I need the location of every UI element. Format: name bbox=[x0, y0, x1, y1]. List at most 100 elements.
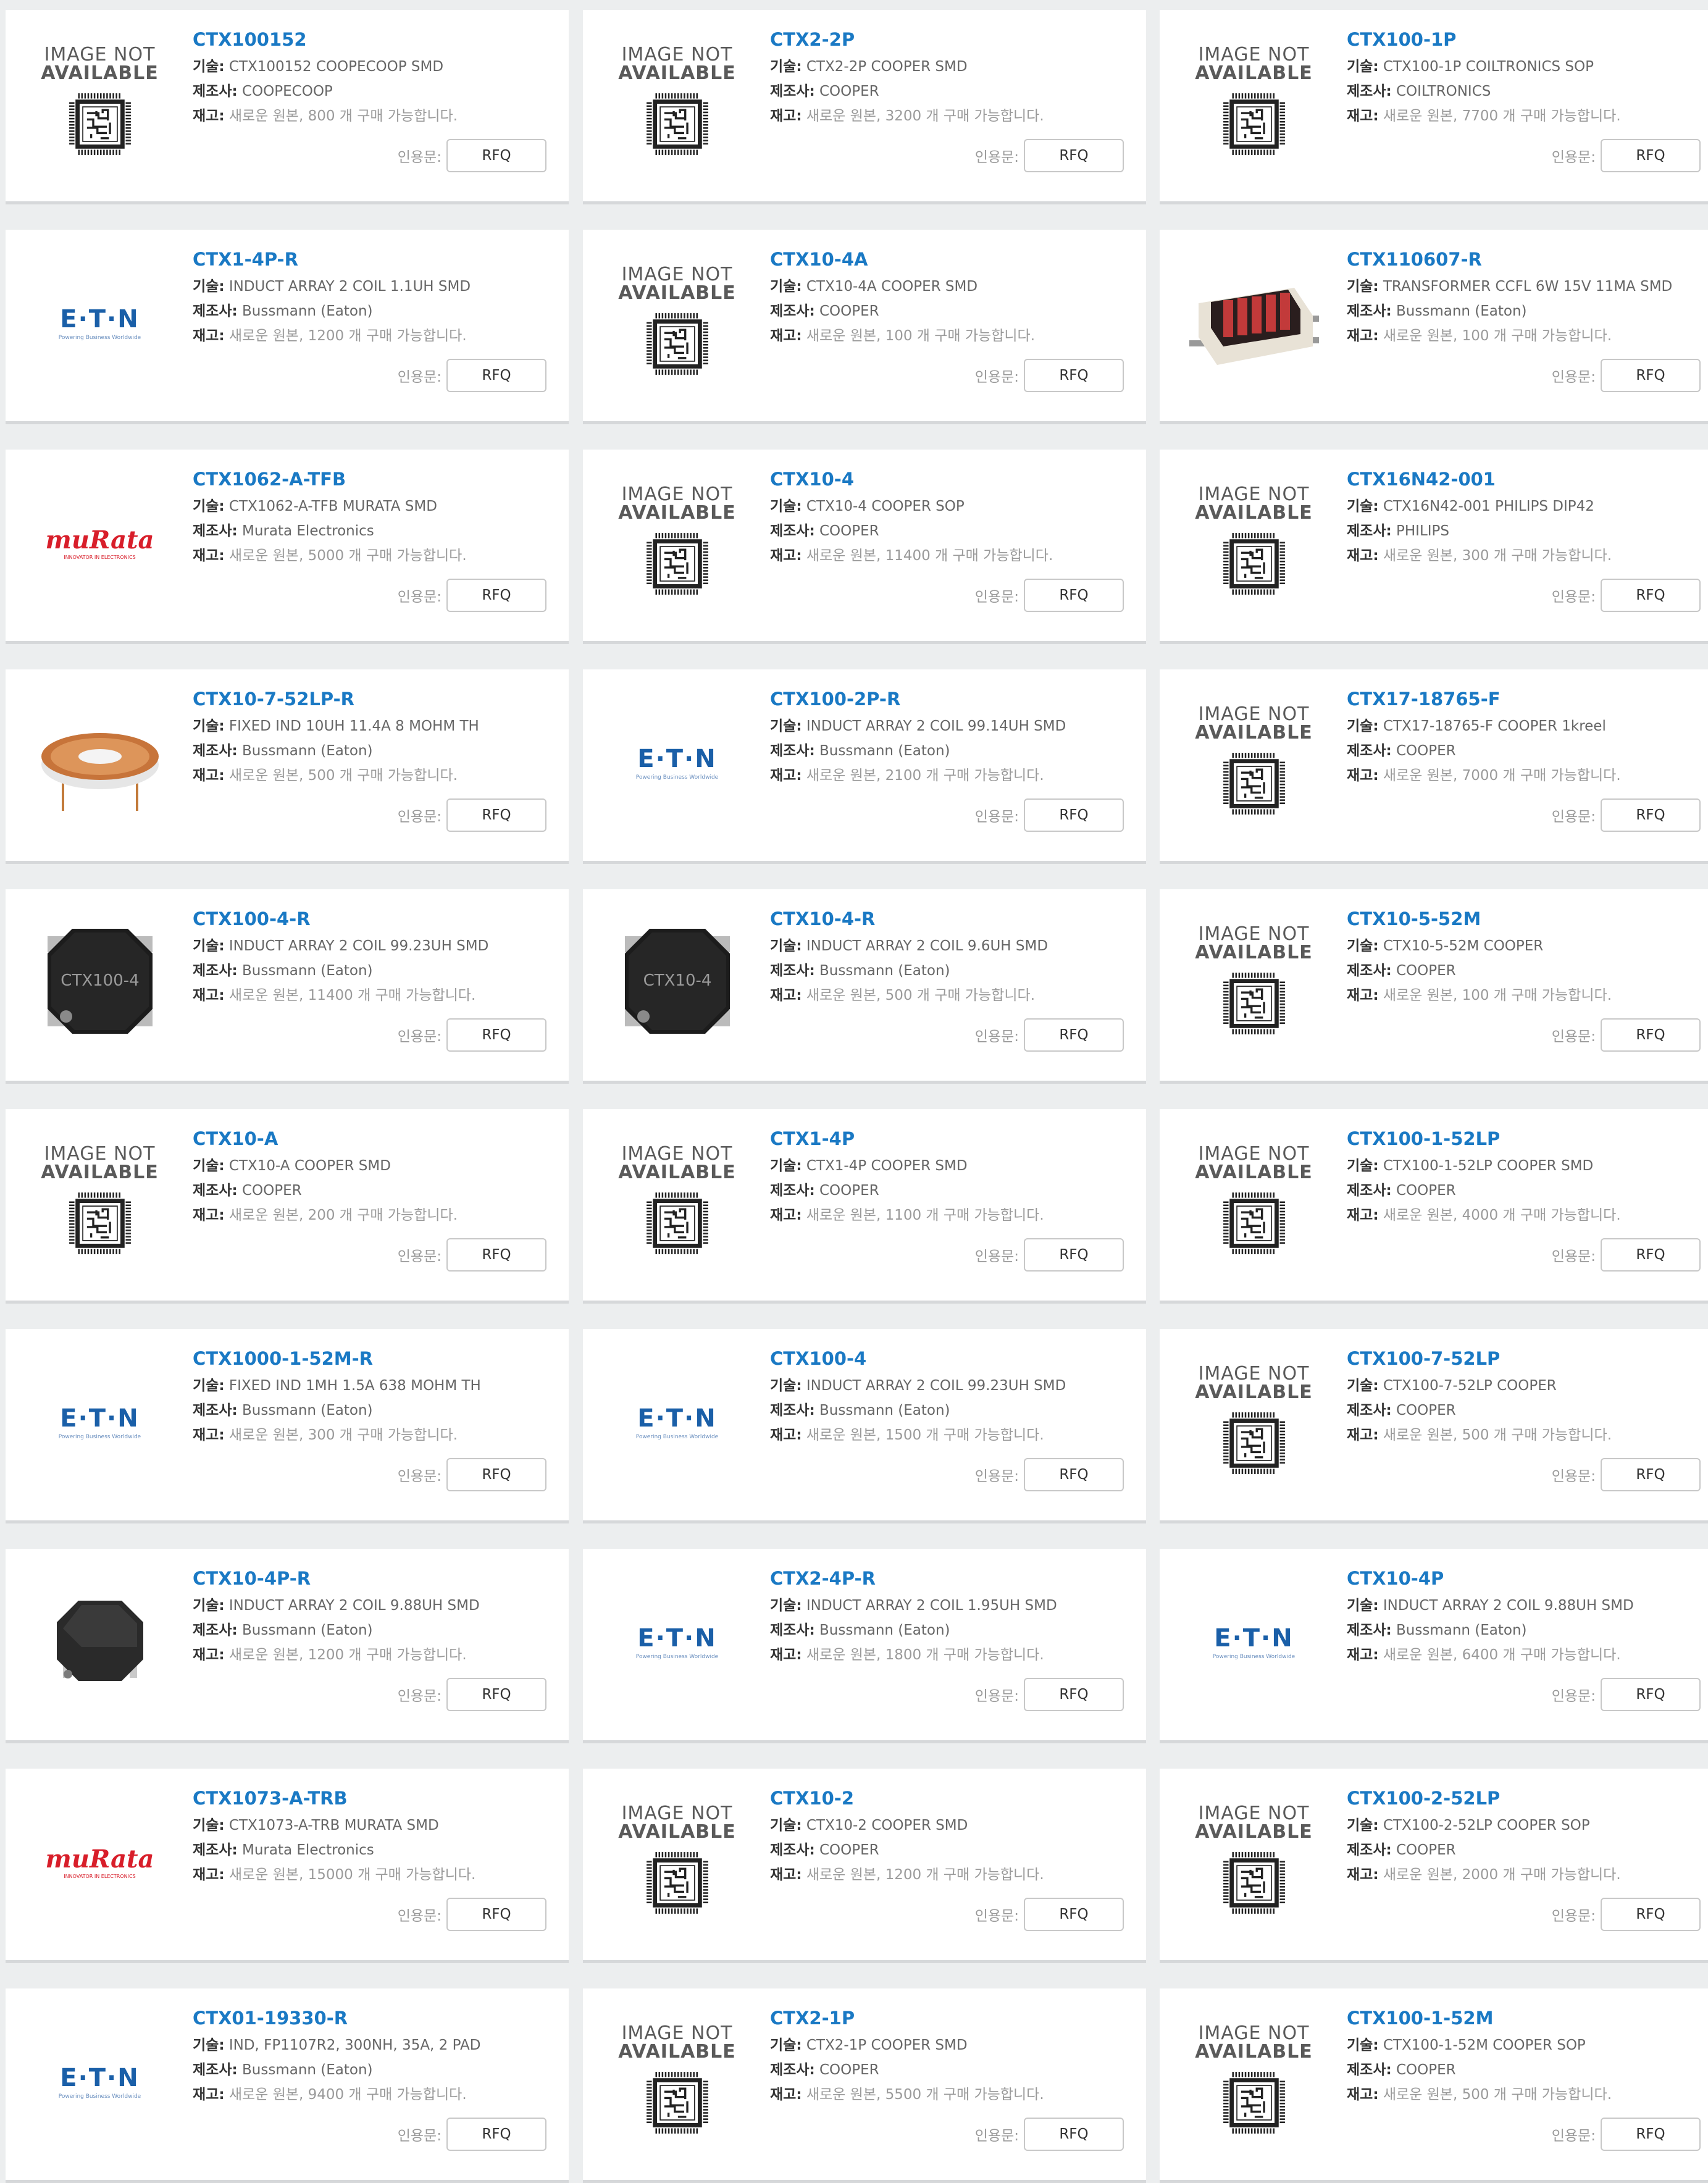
product-thumbnail[interactable]: IMAGE NOT AVAILABLE bbox=[1184, 472, 1323, 614]
product-name-link[interactable]: CTX100-1P bbox=[1347, 28, 1701, 51]
product-name-link[interactable]: CTX100-2P-R bbox=[770, 688, 1124, 710]
rfq-button[interactable]: RFQ bbox=[1024, 1238, 1124, 1272]
product-thumbnail[interactable]: CTX100-4 bbox=[30, 911, 169, 1054]
product-name-link[interactable]: CTX1073-A-TRB bbox=[193, 1787, 546, 1809]
product-name-link[interactable]: CTX10-7-52LP-R bbox=[193, 688, 546, 710]
product-name-link[interactable]: CTX10-4P bbox=[1347, 1567, 1701, 1590]
rfq-button[interactable]: RFQ bbox=[1601, 139, 1701, 172]
rfq-button[interactable]: RFQ bbox=[1024, 1678, 1124, 1711]
product-name-link[interactable]: CTX100-4-R bbox=[193, 908, 546, 930]
product-thumbnail[interactable]: IMAGE NOT AVAILABLE bbox=[30, 1131, 169, 1273]
rfq-button[interactable]: RFQ bbox=[1024, 2118, 1124, 2151]
rfq-button[interactable]: RFQ bbox=[446, 579, 546, 612]
product-name-link[interactable]: CTX01-19330-R bbox=[193, 2007, 546, 2029]
product-thumbnail[interactable]: CTX10-4 bbox=[608, 911, 747, 1054]
rfq-button[interactable]: RFQ bbox=[446, 1238, 546, 1272]
product-thumbnail[interactable]: IMAGE NOT AVAILABLE bbox=[608, 472, 747, 614]
product-thumbnail[interactable]: muRata INNOVATOR IN ELECTRONICS bbox=[30, 472, 169, 614]
rfq-button[interactable]: RFQ bbox=[1601, 798, 1701, 832]
product-name-link[interactable]: CTX10-4 bbox=[770, 468, 1124, 490]
rfq-button[interactable]: RFQ bbox=[1024, 798, 1124, 832]
product-thumbnail[interactable]: IMAGE NOT AVAILABLE bbox=[1184, 2011, 1323, 2153]
product-name-link[interactable]: CTX1000-1-52M-R bbox=[193, 1347, 546, 1370]
rfq-button[interactable]: RFQ bbox=[446, 2118, 546, 2151]
rfq-button[interactable]: RFQ bbox=[446, 139, 546, 172]
product-thumbnail[interactable]: E·T·N Powering Business Worldwide bbox=[608, 1351, 747, 1493]
product-thumbnail[interactable]: IMAGE NOT AVAILABLE bbox=[608, 1791, 747, 1933]
stock-value: 새로운 원본, 6400 개 구매 가능합니다. bbox=[1383, 1647, 1621, 1663]
rfq-button[interactable]: RFQ bbox=[1601, 1458, 1701, 1491]
product-name-link[interactable]: CTX100-7-52LP bbox=[1347, 1347, 1701, 1370]
product-thumbnail[interactable]: E·T·N Powering Business Worldwide bbox=[608, 692, 747, 834]
product-thumbnail[interactable]: IMAGE NOT AVAILABLE bbox=[30, 32, 169, 174]
rfq-button[interactable]: RFQ bbox=[1024, 1898, 1124, 1931]
rfq-button[interactable]: RFQ bbox=[1601, 1018, 1701, 1052]
rfq-button[interactable]: RFQ bbox=[1024, 139, 1124, 172]
product-thumbnail[interactable]: E·T·N Powering Business Worldwide bbox=[30, 2011, 169, 2153]
rfq-button[interactable]: RFQ bbox=[446, 1458, 546, 1491]
product-name-link[interactable]: CTX10-5-52M bbox=[1347, 908, 1701, 930]
product-thumbnail[interactable] bbox=[30, 1571, 169, 1713]
product-name-link[interactable]: CTX2-1P bbox=[770, 2007, 1124, 2029]
product-thumbnail[interactable]: IMAGE NOT AVAILABLE bbox=[1184, 1131, 1323, 1273]
product-thumbnail[interactable]: IMAGE NOT AVAILABLE bbox=[608, 2011, 747, 2153]
product-stock: 재고: 새로운 원본, 1500 개 구매 가능합니다. bbox=[770, 1423, 1124, 1448]
product-name-link[interactable]: CTX100-1-52M bbox=[1347, 2007, 1701, 2029]
product-name-link[interactable]: CTX17-18765-F bbox=[1347, 688, 1701, 710]
rfq-button[interactable]: RFQ bbox=[1601, 359, 1701, 392]
product-name-link[interactable]: CTX2-2P bbox=[770, 28, 1124, 51]
product-name-link[interactable]: CTX16N42-001 bbox=[1347, 468, 1701, 490]
rfq-button[interactable]: RFQ bbox=[446, 1898, 546, 1931]
stock-value: 새로운 원본, 3200 개 구매 가능합니다. bbox=[806, 108, 1044, 124]
product-name-link[interactable]: CTX10-2 bbox=[770, 1787, 1124, 1809]
product-thumbnail[interactable]: IMAGE NOT AVAILABLE bbox=[1184, 692, 1323, 834]
rfq-button[interactable]: RFQ bbox=[446, 798, 546, 832]
product-name-link[interactable]: CTX1062-A-TFB bbox=[193, 468, 546, 490]
rfq-button[interactable]: RFQ bbox=[1024, 359, 1124, 392]
product-thumbnail[interactable]: IMAGE NOT AVAILABLE bbox=[608, 1131, 747, 1273]
product-thumbnail[interactable]: E·T·N Powering Business Worldwide bbox=[608, 1571, 747, 1713]
product-stock: 재고: 새로운 원본, 2100 개 구매 가능합니다. bbox=[770, 763, 1124, 788]
rfq-button[interactable]: RFQ bbox=[1601, 1678, 1701, 1711]
rfq-button[interactable]: RFQ bbox=[1024, 1018, 1124, 1052]
manufacturer-label: 제조사: bbox=[1347, 1622, 1392, 1638]
stock-value: 새로운 원본, 300 개 구매 가능합니다. bbox=[1383, 548, 1612, 564]
placeholder-text: IMAGE NOT bbox=[621, 44, 733, 65]
product-card: IMAGE NOT AVAILABLE CTX2-1P 기술: CTX2-1P CO… bbox=[583, 1988, 1146, 2183]
rfq-button[interactable]: RFQ bbox=[1601, 1898, 1701, 1931]
product-name-link[interactable]: CTX100-4 bbox=[770, 1347, 1124, 1370]
chip-icon bbox=[1220, 2069, 1288, 2139]
product-name-link[interactable]: CTX100152 bbox=[193, 28, 546, 51]
rfq-button[interactable]: RFQ bbox=[446, 359, 546, 392]
product-name-link[interactable]: CTX10-A bbox=[193, 1128, 546, 1150]
product-thumbnail[interactable]: E·T·N Powering Business Worldwide bbox=[1184, 1571, 1323, 1713]
product-thumbnail[interactable]: IMAGE NOT AVAILABLE bbox=[608, 32, 747, 174]
product-thumbnail[interactable]: IMAGE NOT AVAILABLE bbox=[1184, 911, 1323, 1054]
product-thumbnail[interactable] bbox=[1184, 252, 1323, 394]
rfq-button[interactable]: RFQ bbox=[1024, 579, 1124, 612]
product-name-link[interactable]: CTX10-4P-R bbox=[193, 1567, 546, 1590]
rfq-button[interactable]: RFQ bbox=[446, 1018, 546, 1052]
product-thumbnail[interactable]: IMAGE NOT AVAILABLE bbox=[1184, 1791, 1323, 1933]
product-name-link[interactable]: CTX100-1-52LP bbox=[1347, 1128, 1701, 1150]
product-thumbnail[interactable]: IMAGE NOT AVAILABLE bbox=[1184, 32, 1323, 174]
rfq-button[interactable]: RFQ bbox=[1601, 2118, 1701, 2151]
rfq-button[interactable]: RFQ bbox=[1601, 579, 1701, 612]
rfq-button[interactable]: RFQ bbox=[1024, 1458, 1124, 1491]
product-thumbnail[interactable]: IMAGE NOT AVAILABLE bbox=[608, 252, 747, 394]
product-thumbnail[interactable]: E·T·N Powering Business Worldwide bbox=[30, 1351, 169, 1493]
product-thumbnail[interactable]: muRata INNOVATOR IN ELECTRONICS bbox=[30, 1791, 169, 1933]
product-name-link[interactable]: CTX110607-R bbox=[1347, 248, 1701, 270]
product-thumbnail[interactable] bbox=[30, 692, 169, 834]
stock-value: 새로운 원본, 5000 개 구매 가능합니다. bbox=[228, 548, 467, 564]
product-name-link[interactable]: CTX10-4A bbox=[770, 248, 1124, 270]
product-name-link[interactable]: CTX2-4P-R bbox=[770, 1567, 1124, 1590]
product-thumbnail[interactable]: E·T·N Powering Business Worldwide bbox=[30, 252, 169, 394]
rfq-button[interactable]: RFQ bbox=[1601, 1238, 1701, 1272]
rfq-button[interactable]: RFQ bbox=[446, 1678, 546, 1711]
product-thumbnail[interactable]: IMAGE NOT AVAILABLE bbox=[1184, 1351, 1323, 1493]
product-name-link[interactable]: CTX10-4-R bbox=[770, 908, 1124, 930]
product-name-link[interactable]: CTX1-4P-R bbox=[193, 248, 546, 270]
product-name-link[interactable]: CTX1-4P bbox=[770, 1128, 1124, 1150]
product-name-link[interactable]: CTX100-2-52LP bbox=[1347, 1787, 1701, 1809]
